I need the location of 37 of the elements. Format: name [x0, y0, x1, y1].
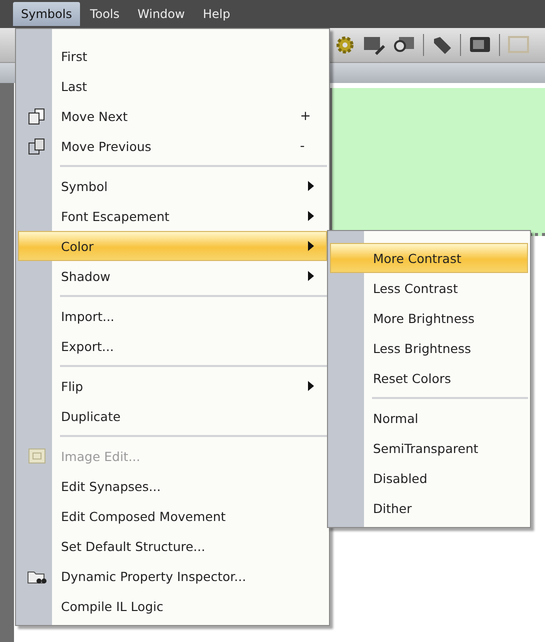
menu-item[interactable]: More Brightness	[330, 303, 528, 333]
menu-item[interactable]: Edit Synapses...	[18, 471, 327, 501]
menu-item[interactable]: First	[18, 41, 327, 71]
menu-item[interactable]: Export...	[18, 331, 327, 361]
menu-item[interactable]: Shadow	[18, 261, 327, 291]
menu-item[interactable]: Font Escapement	[18, 201, 327, 231]
menu-item[interactable]: Disabled	[330, 463, 528, 493]
menu-item[interactable]: Set Default Structure...	[18, 531, 327, 561]
menu-bar-item[interactable]: Symbols	[13, 2, 80, 26]
menu-bar-item[interactable]: Tools	[82, 2, 128, 26]
edit-list-icon[interactable]	[363, 35, 385, 55]
menu-item[interactable]: Less Contrast	[330, 273, 528, 303]
menu-item[interactable]: Import...	[18, 301, 327, 331]
gear-icon[interactable]	[335, 35, 355, 55]
menu-item[interactable]: Move Next +	[18, 101, 327, 131]
menu-item[interactable]: SemiTransparent	[330, 433, 528, 463]
menu-bar-item[interactable]: Window	[130, 2, 193, 26]
menu-item[interactable]: Reset Colors	[330, 363, 528, 393]
menu-item[interactable]: More Contrast	[330, 243, 528, 273]
menu-item[interactable]: Duplicate	[18, 401, 327, 431]
picture-frame-icon	[28, 448, 46, 464]
menu-item[interactable]: Compile IL Logic	[18, 591, 327, 621]
menu-item[interactable]: Flip	[18, 371, 327, 401]
menu-item[interactable]: Normal	[330, 403, 528, 433]
tag-icon[interactable]	[432, 35, 452, 55]
menu-item[interactable]: Dynamic Property Inspector...	[18, 561, 327, 591]
cube-stack-icon	[27, 107, 47, 125]
menu-item[interactable]: Color	[18, 231, 327, 261]
cube-stack-icon	[27, 137, 47, 155]
menu-bar-item[interactable]: Help	[194, 2, 238, 26]
menu-item[interactable]: Edit Composed Movement	[18, 501, 327, 531]
menu-item[interactable]: Dither	[330, 493, 528, 523]
menu-item[interactable]: Move Previous -	[18, 131, 327, 161]
menu-item[interactable]: Less Brightness	[330, 333, 528, 363]
monitor-icon[interactable]	[469, 35, 491, 55]
menu-item[interactable]: Symbol	[18, 171, 327, 201]
menu-item[interactable]: Last	[18, 71, 327, 101]
